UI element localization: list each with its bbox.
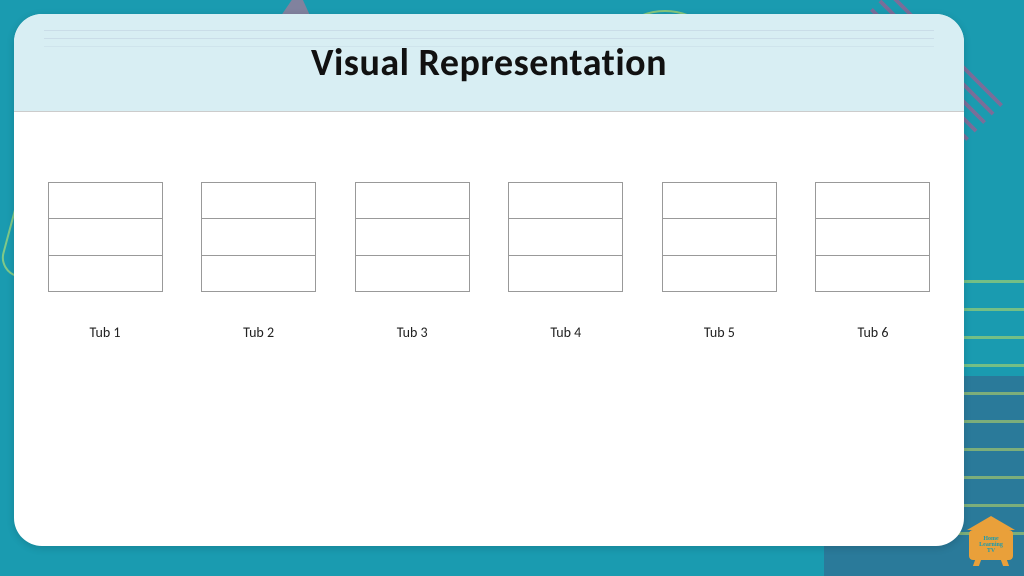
- tub-box: [508, 182, 623, 292]
- tub-column: Tub 2: [194, 182, 324, 341]
- tub-label: Tub 1: [90, 324, 121, 341]
- tub-box: [201, 182, 316, 292]
- logo-text-line3: TV: [987, 548, 995, 554]
- tub-box: [48, 182, 163, 292]
- tub-box: [815, 182, 930, 292]
- tub-column: Tub 5: [654, 182, 784, 341]
- tub-column: Tub 4: [501, 182, 631, 341]
- tub-label: Tub 4: [550, 324, 581, 341]
- tub-label: Tub 3: [397, 324, 428, 341]
- header-bar: Visual Representation: [14, 14, 964, 112]
- tub-box: [662, 182, 777, 292]
- home-learning-tv-logo: Home Learning TV: [962, 516, 1020, 570]
- slide-card: Visual Representation Tub 1 Tub 2 Tub 3 …: [14, 14, 964, 546]
- content-area: Tub 1 Tub 2 Tub 3 Tub 4 Tub 5 Tub 6: [14, 112, 964, 341]
- tub-label: Tub 6: [858, 324, 889, 341]
- tub-label: Tub 2: [243, 324, 274, 341]
- tub-label: Tub 5: [704, 324, 735, 341]
- tub-column: Tub 1: [40, 182, 170, 341]
- tub-column: Tub 6: [808, 182, 938, 341]
- tub-column: Tub 3: [347, 182, 477, 341]
- tub-box: [355, 182, 470, 292]
